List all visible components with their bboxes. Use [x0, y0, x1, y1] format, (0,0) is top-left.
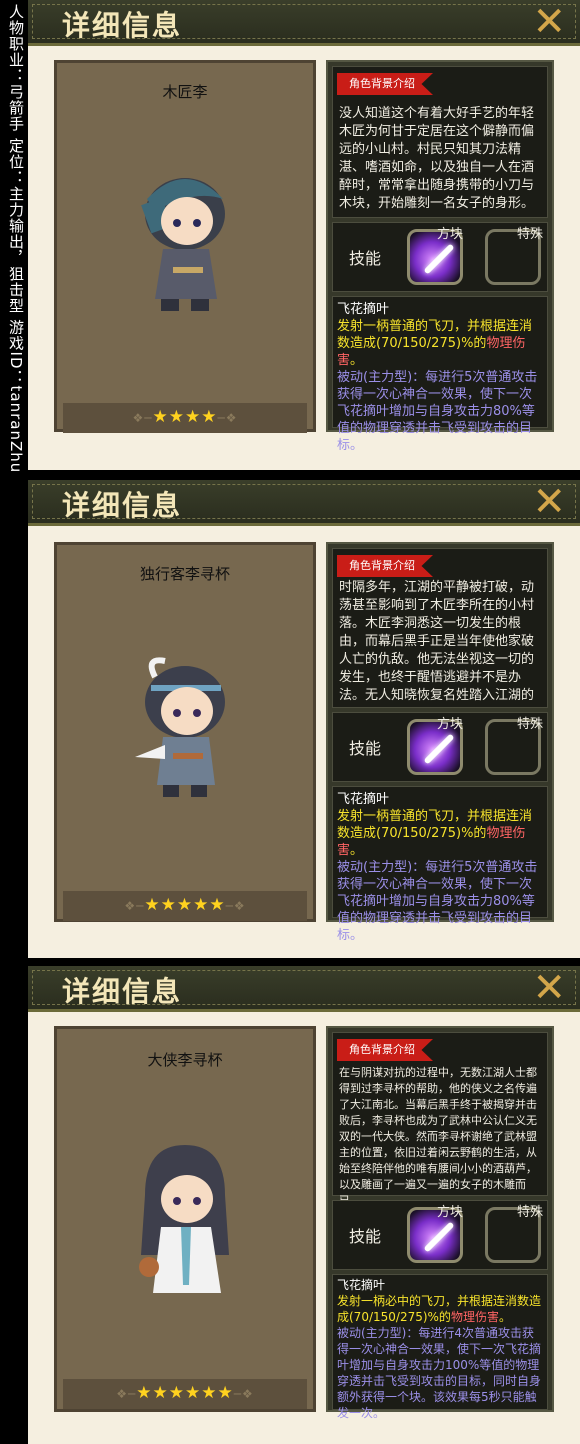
skill-label: 技能	[349, 739, 382, 758]
info-panel: 角色背景介绍 时隔多年，江湖的平静被打破，动荡甚至影响到了木匠李所在的小村落。木…	[326, 542, 554, 943]
hero-portrait	[135, 657, 225, 797]
panel-title: 详细信息	[62, 9, 183, 42]
panel-header: 详细信息 ✕	[28, 480, 580, 526]
detail-panel-2: 详细信息 ✕ 独行客李寻杯 ★★★★★ 角色背景介绍 时隔多年，江湖的平静被打破…	[28, 480, 580, 958]
star-rating: ★★★★	[63, 407, 307, 427]
skill-desc-box: 飞花摘叶 发射一柄必中的飞刀，并根据连消数造成(70/150/275)%的物理伤…	[332, 1274, 548, 1420]
close-x-icon[interactable]: ✕	[532, 968, 566, 1008]
star-rating: ★★★★★★	[63, 1383, 307, 1403]
background-text: 没人知道这个有着大好手艺的年轻木匠为何甘于定居在这个僻静而偏远的小山村。村民只知…	[339, 106, 535, 211]
skill-active-label: 方块	[437, 227, 464, 242]
skill-passive: 被动(主力型)：每进行5次普通攻击获得一次心神合一效果，使下一次飞花摘叶增加与自…	[337, 370, 538, 453]
background-text: 时隔多年，江湖的平静被打破，动荡甚至影响到了木匠李所在的小村落。木匠李洞悉这一切…	[339, 580, 535, 703]
hero-rarity-bar: ★★★★★★	[63, 1379, 307, 1409]
blade-icon	[423, 1221, 455, 1253]
hero-card: 大侠李寻杯 ★★★★★★	[54, 1026, 316, 1412]
skill-active-label: 方块	[437, 1205, 464, 1220]
background-tag: 角色背景介绍	[337, 1039, 433, 1061]
background-box: 角色背景介绍 在与阴谋对抗的过程中，无数江湖人士都得到过李寻杯的帮助，他的侠义之…	[332, 1032, 548, 1207]
skill-name: 飞花摘叶	[337, 302, 390, 317]
skill-label: 技能	[349, 1227, 382, 1246]
blade-icon	[423, 733, 455, 765]
skill-special-label: 特殊	[517, 227, 544, 242]
hero-name: 大侠李寻杯	[147, 1051, 223, 1069]
hero-portrait	[141, 178, 225, 311]
background-tag: 角色背景介绍	[337, 73, 433, 95]
detail-panel-1: 详细信息 ✕ 木匠李 ★★★★ 角色背景介绍 没人知道这个有着大好手艺的年轻木匠…	[28, 0, 580, 470]
skill-desc-box: 飞花摘叶 发射一柄普通的飞刀，并根据连消数造成(70/150/275)%的物理伤…	[332, 296, 548, 453]
skill-box: 技能 方块 特殊	[332, 222, 548, 292]
skill-description: 飞花摘叶 发射一柄必中的飞刀，并根据连消数造成(70/150/275)%的物理伤…	[337, 1278, 542, 1420]
side-caption: 人物职业：弓箭手 定位：主力输出，狙击型 游戏ID：tanranZhu	[0, 0, 28, 1444]
skill-label: 技能	[349, 249, 382, 268]
hero-name: 木匠李	[162, 83, 208, 101]
damage-type: 物理伤害	[450, 1310, 499, 1324]
detail-panel-3: 详细信息 ✕ 大侠李寻杯 ★★★★★★ 角色背景介绍 在与阴谋对抗的过程中，无数…	[28, 966, 580, 1444]
panel-header: 详细信息 ✕	[28, 0, 580, 46]
info-panel: 角色背景介绍 在与阴谋对抗的过程中，无数江湖人士都得到过李寻杯的帮助，他的侠义之…	[326, 1026, 554, 1420]
skill-box: 技能 方块 特殊	[332, 712, 548, 782]
panel-title: 详细信息	[62, 975, 183, 1008]
hero-rarity-bar: ★★★★★	[63, 891, 307, 921]
skill-special-label: 特殊	[517, 717, 544, 732]
skill-description: 飞花摘叶 发射一柄普通的飞刀，并根据连消数造成(70/150/275)%的物理伤…	[337, 791, 543, 944]
hero-card: 独行客李寻杯 ★★★★★	[54, 542, 316, 922]
blade-icon	[423, 243, 455, 275]
close-x-icon[interactable]: ✕	[532, 2, 566, 42]
hero-card: 木匠李 ★★★★	[54, 60, 316, 433]
close-x-icon[interactable]: ✕	[532, 482, 566, 522]
panel-title: 详细信息	[62, 489, 183, 522]
skill-active-label: 方块	[437, 717, 464, 732]
info-panel: 角色背景介绍 没人知道这个有着大好手艺的年轻木匠为何甘于定居在这个僻静而偏远的小…	[326, 60, 554, 453]
hero-name: 独行客李寻杯	[139, 565, 230, 583]
background-tag: 角色背景介绍	[337, 555, 433, 577]
background-box: 角色背景介绍 时隔多年，江湖的平静被打破，动荡甚至影响到了木匠李所在的小村落。木…	[332, 548, 548, 708]
hero-portrait	[139, 1145, 229, 1293]
side-caption-text: 人物职业：弓箭手 定位：主力输出，狙击型 游戏ID：tanranZhu	[7, 4, 25, 474]
skill-box: 技能 方块 特殊	[332, 1200, 548, 1270]
skill-name: 飞花摘叶	[337, 792, 390, 807]
skill-passive: 被动(主力型)：每进行4次普通攻击获得一次心神合一效果，使下一次飞花摘叶增加与自…	[337, 1326, 542, 1420]
hero-rarity-bar: ★★★★	[63, 403, 307, 433]
skill-name: 飞花摘叶	[337, 1278, 386, 1292]
skill-description: 飞花摘叶 发射一柄普通的飞刀，并根据连消数造成(70/150/275)%的物理伤…	[337, 301, 543, 454]
skill-special-label: 特殊	[517, 1205, 544, 1220]
background-text: 在与阴谋对抗的过程中，无数江湖人士都得到过李寻杯的帮助，他的侠义之名传遍了大江南…	[339, 1066, 537, 1207]
background-box: 角色背景介绍 没人知道这个有着大好手艺的年轻木匠为何甘于定居在这个僻静而偏远的小…	[332, 66, 548, 218]
skill-passive: 被动(主力型)：每进行5次普通攻击获得一次心神合一效果，使下一次飞花摘叶增加与自…	[337, 860, 538, 943]
skill-desc-box: 飞花摘叶 发射一柄普通的飞刀，并根据连消数造成(70/150/275)%的物理伤…	[332, 786, 548, 943]
star-rating: ★★★★★	[63, 895, 307, 915]
panel-header: 详细信息 ✕	[28, 966, 580, 1012]
